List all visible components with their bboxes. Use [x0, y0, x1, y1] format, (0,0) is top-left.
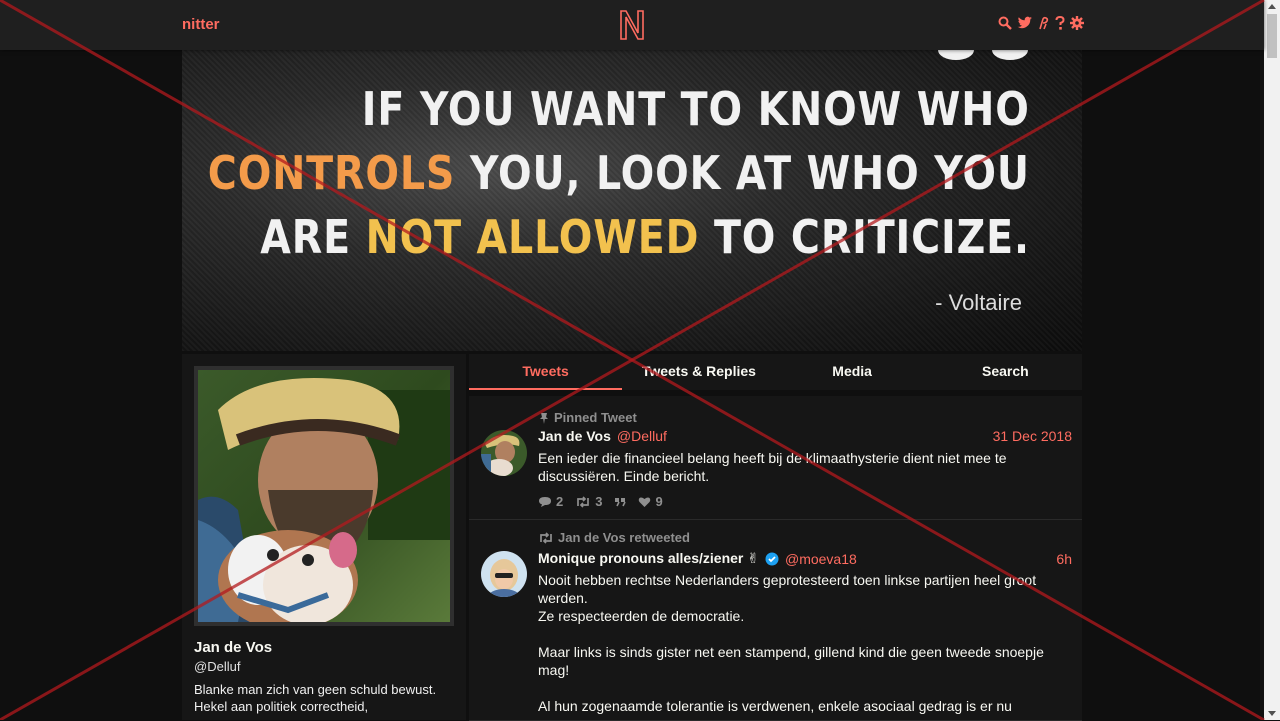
like-count: 9	[655, 494, 663, 509]
profile-avatar[interactable]	[194, 366, 454, 626]
banner-quote-line-2: CONTROLS YOU, LOOK AT WHO YOU	[208, 146, 1030, 200]
brand-link[interactable]: nitter	[182, 16, 220, 33]
tweet-date[interactable]: 31 Dec 2018	[993, 428, 1072, 444]
tweet-header: Jan de Vos @Delluf 31 Dec 2018	[538, 428, 1072, 444]
tweet-avatar[interactable]	[481, 551, 527, 597]
retweet-count: 3	[595, 494, 603, 509]
scroll-thumb[interactable]	[1267, 14, 1277, 58]
banner-quote-line-3: ARE NOT ALLOWED TO CRITICIZE.	[260, 210, 1030, 264]
pin-icon	[540, 412, 548, 424]
banner-quote-author: - Voltaire	[935, 290, 1022, 315]
profile-card: Jan de Vos @Delluf Blanke man zich van g…	[182, 354, 466, 720]
tweet-content: Een ieder die financieel belang heeft bi…	[538, 449, 1046, 485]
tab-media[interactable]: Media	[776, 354, 929, 390]
tweet-date[interactable]: 6h	[1056, 551, 1072, 567]
pinned-text: Pinned Tweet	[554, 410, 637, 425]
tweet-text-line: Al hun zogenaamde tolerantie is verdwene…	[538, 698, 1012, 714]
profile-banner[interactable]: IF YOU WANT TO KNOW WHO CONTROLS YOU, LO…	[182, 50, 1082, 351]
banner-line-3-rest: TO CRITICIZE.	[699, 210, 1030, 264]
quote-marks-icon	[938, 50, 1028, 60]
quote-stat[interactable]	[614, 494, 627, 509]
tweet-avatar[interactable]	[481, 430, 527, 476]
reply-count: 2	[556, 494, 564, 509]
gear-icon[interactable]	[1070, 16, 1084, 30]
tweet-item[interactable]: Jan de Vos retweeted Monique pronouns al…	[469, 520, 1082, 721]
tweet-item[interactable]: Pinned Tweet Jan de Vos @Delluf 31 Dec 2…	[469, 396, 1082, 520]
heart-icon	[639, 496, 651, 507]
banner-quote-line-1: IF YOU WANT TO KNOW WHO	[362, 82, 1030, 136]
nav-icons	[998, 16, 1084, 30]
twitter-bird-icon[interactable]	[1017, 16, 1033, 30]
tab-tweets[interactable]: Tweets	[469, 354, 623, 390]
quote-icon	[615, 497, 627, 506]
tweet-fullname[interactable]: Monique pronouns alles/ziener ✌	[538, 550, 759, 567]
profile-bio: Blanke man zich van geen schuld bewust. …	[194, 682, 437, 714]
reply-stat[interactable]: 2	[538, 494, 563, 509]
tweet-handle[interactable]: @Delluf	[617, 428, 667, 444]
tweet-fullname[interactable]: Jan de Vos	[538, 428, 611, 444]
banner-line-2-rest: YOU, LOOK AT WHO YOU	[455, 146, 1030, 200]
scroll-down-arrow-icon[interactable]	[1268, 711, 1276, 716]
tab-search[interactable]: Search	[929, 354, 1082, 390]
scroll-up-arrow-icon[interactable]	[1268, 4, 1276, 9]
help-icon[interactable]	[1055, 16, 1065, 30]
timeline: Tweets Tweets & Replies Media Search Pin…	[469, 354, 1082, 721]
tweet-text-line: Maar links is sinds gister net een stamp…	[538, 644, 1044, 678]
tweet-content: Nooit hebben rechtse Nederlanders geprot…	[538, 571, 1046, 715]
retweet-icon	[540, 531, 552, 544]
retweet-stat[interactable]: 3	[575, 494, 602, 509]
tweet-text-line: Ze respecteerden de democratie.	[538, 608, 745, 624]
tweet-text: Een ieder die financieel belang heeft bi…	[538, 450, 1007, 484]
timeline-tabs: Tweets Tweets & Replies Media Search	[469, 354, 1082, 390]
tweet-text-line: Nooit hebben rechtse Nederlanders geprot…	[538, 572, 1037, 606]
navbar: nitter	[0, 0, 1264, 50]
page-scrollbar[interactable]	[1264, 0, 1280, 720]
retweet-icon	[577, 495, 590, 508]
nitter-logo-icon[interactable]	[618, 9, 646, 41]
search-icon[interactable]	[998, 16, 1012, 30]
tweet-stats: 2 3 9	[538, 494, 663, 509]
tab-tweets-replies[interactable]: Tweets & Replies	[622, 354, 775, 390]
comment-icon	[539, 496, 551, 507]
profile-fullname[interactable]: Jan de Vos	[194, 639, 272, 656]
tweet-text-blank	[538, 625, 1046, 643]
retweet-label: Jan de Vos retweeted	[538, 530, 690, 545]
banner-highlight-controls: CONTROLS	[208, 146, 456, 200]
tweet-header: Monique pronouns alles/ziener ✌ @moeva18…	[538, 550, 1072, 567]
profile-username[interactable]: @Delluf	[194, 659, 240, 674]
rss-icon[interactable]	[1038, 16, 1050, 30]
banner-highlight-not-allowed: NOT ALLOWED	[365, 210, 700, 264]
tweet-text-blank	[538, 679, 1046, 697]
like-stat[interactable]: 9	[638, 494, 663, 509]
pinned-label: Pinned Tweet	[538, 410, 637, 425]
retweet-text: Jan de Vos retweeted	[558, 530, 690, 545]
banner-line-3-start: ARE	[260, 210, 366, 264]
verified-badge-icon	[765, 552, 779, 565]
tweet-handle[interactable]: @moeva18	[785, 551, 857, 567]
